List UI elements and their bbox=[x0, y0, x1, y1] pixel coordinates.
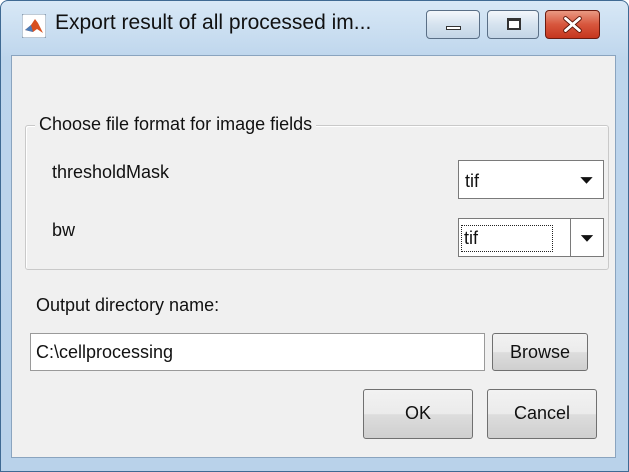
bw-format-select[interactable]: tif bbox=[458, 218, 604, 257]
matlab-icon bbox=[22, 14, 46, 38]
threshold-mask-label: thresholdMask bbox=[52, 162, 170, 182]
output-directory-input[interactable]: C:\cellprocessing bbox=[30, 333, 485, 371]
window-title: Export result of all processed im... bbox=[55, 11, 372, 34]
title-bar[interactable]: Export result of all processed im... bbox=[1, 1, 628, 55]
minimize-button[interactable] bbox=[426, 10, 480, 39]
maximize-button[interactable] bbox=[487, 10, 539, 39]
chevron-down-icon[interactable] bbox=[570, 219, 603, 256]
chevron-down-icon[interactable] bbox=[570, 161, 603, 198]
cancel-button[interactable]: Cancel bbox=[487, 389, 597, 439]
cancel-button-label: Cancel bbox=[513, 403, 571, 423]
browse-button-label: Browse bbox=[509, 342, 571, 362]
group-legend: Choose file format for image fields bbox=[35, 114, 317, 135]
output-directory-label: Output directory name: bbox=[36, 295, 220, 315]
ok-button[interactable]: OK bbox=[363, 389, 473, 439]
threshold-mask-format-value: tif bbox=[465, 171, 480, 191]
close-button[interactable] bbox=[545, 10, 600, 39]
close-icon bbox=[563, 16, 582, 33]
browse-button[interactable]: Browse bbox=[492, 333, 588, 371]
threshold-mask-format-select[interactable]: tif bbox=[458, 160, 604, 199]
maximize-icon bbox=[507, 18, 521, 30]
minimize-icon bbox=[446, 26, 461, 30]
bw-format-value: tif bbox=[460, 225, 554, 252]
ok-button-label: OK bbox=[404, 403, 431, 423]
bw-label: bw bbox=[52, 220, 76, 240]
